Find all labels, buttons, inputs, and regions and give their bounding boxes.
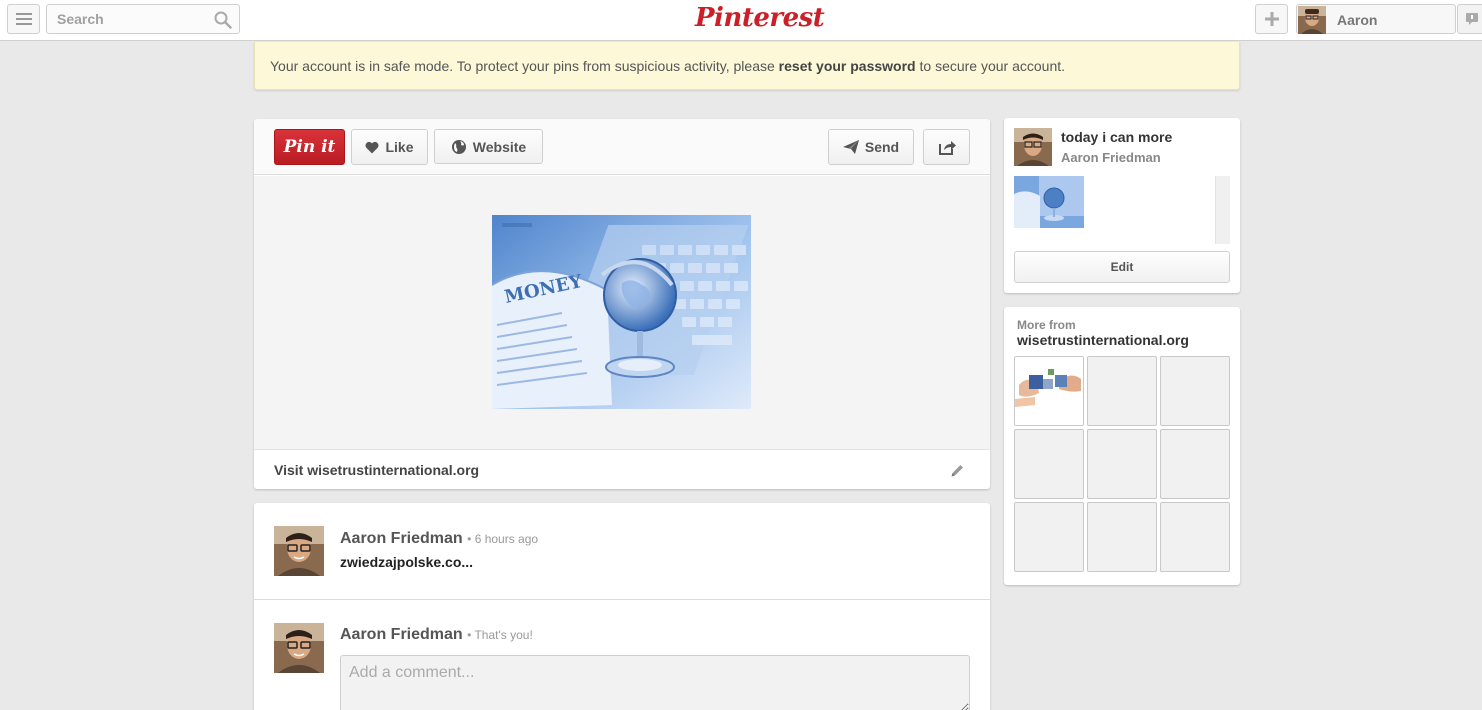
board-card: today i can more Aaron Friedman Edit (1004, 118, 1240, 293)
more-from-domain[interactable]: wisetrustinternational.org (1017, 332, 1189, 348)
more-pin-thumbnail[interactable] (1014, 356, 1084, 426)
more-pin-placeholder (1014, 502, 1084, 572)
more-pin-placeholder (1160, 429, 1230, 499)
banner-text-end: to secure your account. (915, 58, 1066, 74)
search-input[interactable] (47, 5, 207, 33)
avatar[interactable] (274, 623, 324, 673)
notification-icon (1466, 13, 1478, 25)
notifications-button[interactable] (1457, 4, 1482, 34)
comment-timestamp: 6 hours ago (474, 532, 539, 546)
more-from-card: More from wisetrustinternational.org (1004, 307, 1240, 585)
comment-meta: • That's you! (467, 628, 533, 642)
more-pin-placeholder (1160, 502, 1230, 572)
pencil-icon[interactable] (950, 463, 965, 478)
pin-it-button[interactable]: Pin it (274, 129, 345, 165)
avatar (1298, 6, 1326, 34)
website-label: Website (472, 138, 527, 155)
banner-text: Your account is in safe mode. To protect… (270, 58, 779, 74)
more-from-label: More from (1017, 318, 1076, 332)
edit-board-button[interactable]: Edit (1014, 251, 1230, 283)
like-button[interactable]: Like (351, 129, 428, 165)
more-pin-placeholder (1087, 502, 1157, 572)
add-pin-button[interactable] (1255, 4, 1288, 34)
more-pin-placeholder (1087, 356, 1157, 426)
visit-site-link[interactable]: Visit wisetrustinternational.org (274, 462, 479, 478)
user-menu-button[interactable]: Aaron (1296, 4, 1456, 34)
board-pin-thumbnail[interactable] (1014, 176, 1084, 228)
commenter-name[interactable]: Aaron Friedman • That's you! (340, 626, 533, 644)
thats-you-label: That's you! (474, 628, 533, 642)
website-button[interactable]: Website (434, 129, 543, 164)
paper-plane-icon (842, 140, 859, 154)
more-pin-placeholder (1160, 356, 1230, 426)
top-header: Pinterest Aaron (0, 0, 1482, 41)
hamburger-icon (15, 13, 32, 25)
comment-meta: • 6 hours ago (467, 532, 539, 546)
board-pins-strip (1014, 176, 1230, 244)
comment-text[interactable]: zwiedzajpolske.co... (340, 554, 473, 570)
commenter-name[interactable]: Aaron Friedman • 6 hours ago (340, 530, 538, 548)
pin-footer: Visit wisetrustinternational.org (254, 449, 990, 489)
share-button[interactable] (923, 129, 970, 165)
plus-icon (1264, 12, 1279, 26)
avatar[interactable] (274, 526, 324, 576)
reset-password-link[interactable]: reset your password (779, 58, 916, 74)
send-label: Send (864, 139, 900, 155)
share-icon (938, 141, 956, 155)
board-scrollbar[interactable] (1215, 176, 1230, 244)
user-name: Aaron (1337, 12, 1378, 28)
pin-toolbar: Pin it Like Website Send (254, 119, 990, 175)
comment-item: Aaron Friedman • 6 hours ago zwiedzajpol… (254, 503, 990, 600)
safe-mode-banner: Your account is in safe mode. To protect… (254, 42, 1240, 90)
commenter-name-text[interactable]: Aaron Friedman (340, 626, 463, 643)
comment-form: Aaron Friedman • That's you! (254, 601, 990, 710)
heart-icon (366, 141, 379, 153)
more-from-grid (1014, 356, 1232, 572)
board-owner[interactable]: Aaron Friedman (1061, 150, 1161, 165)
comments-card: Aaron Friedman • 6 hours ago zwiedzajpol… (254, 503, 990, 710)
more-pin-placeholder (1014, 429, 1084, 499)
search-icon[interactable] (214, 11, 232, 29)
pin-image[interactable]: MONEY (492, 215, 751, 409)
globe-icon (451, 139, 466, 154)
pin-image-area: MONEY (254, 176, 990, 449)
pinterest-logo[interactable]: Pinterest (695, 3, 825, 33)
menu-button[interactable] (7, 4, 40, 34)
search-box (46, 4, 240, 34)
comment-input[interactable] (340, 655, 970, 710)
board-title[interactable]: today i can more (1061, 129, 1172, 145)
puzzle-image (1015, 357, 1083, 425)
like-label: Like (385, 139, 414, 155)
avatar[interactable] (1014, 128, 1052, 166)
commenter-name-text[interactable]: Aaron Friedman (340, 530, 463, 547)
pin-card: Pin it Like Website Send MONEY Visit wis… (254, 119, 990, 489)
send-button[interactable]: Send (828, 129, 914, 165)
more-pin-placeholder (1087, 429, 1157, 499)
